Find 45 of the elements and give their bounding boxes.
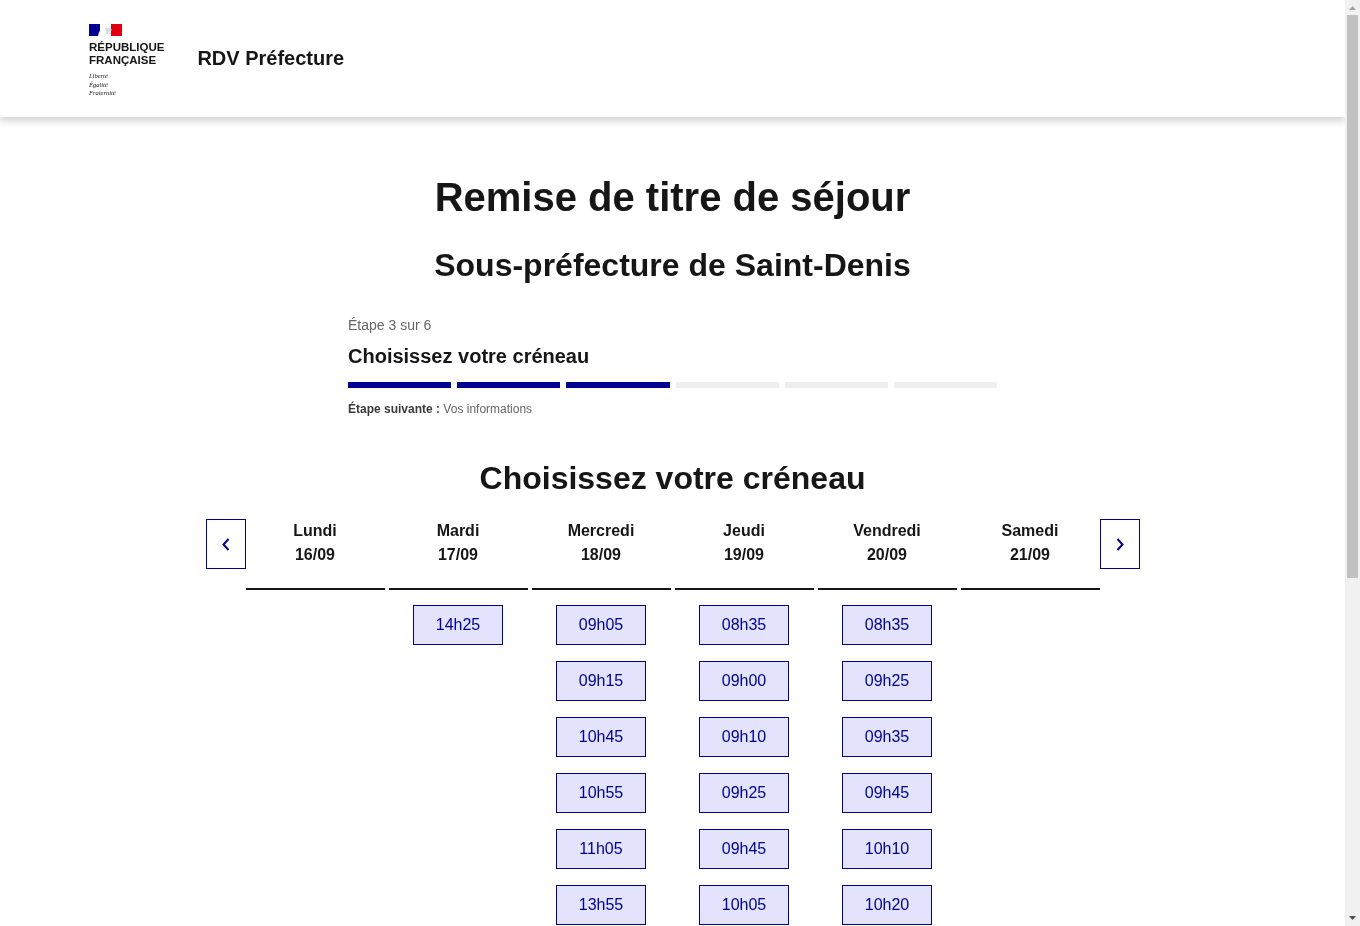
day-date: 17/09 (437, 545, 478, 565)
flag-icon (89, 24, 122, 36)
time-slot-button[interactable]: 10h55 (556, 773, 646, 813)
day-name: Lundi (293, 521, 337, 541)
day-date: 19/09 (723, 545, 764, 565)
day-date: 16/09 (294, 545, 335, 565)
day-name: Jeudi (723, 521, 765, 541)
time-slot-button[interactable]: 10h05 (699, 885, 789, 925)
previous-week-button[interactable] (205, 519, 246, 569)
time-slot-button[interactable]: 09h05 (556, 605, 646, 645)
time-slot-button[interactable]: 09h45 (842, 773, 932, 813)
chevron-right-icon (1115, 537, 1124, 551)
republic-name: RÉPUBLIQUE FRANÇAISE (89, 41, 165, 67)
time-slot-button[interactable]: 09h15 (556, 661, 646, 701)
chevron-left-icon (221, 537, 230, 551)
time-slot-button[interactable]: 13h55 (556, 885, 646, 925)
time-slot-button[interactable]: 09h25 (699, 773, 789, 813)
time-slot-button[interactable]: 11h05 (556, 829, 646, 869)
time-slot-button[interactable]: 09h10 (699, 717, 789, 757)
time-slot-button[interactable]: 09h00 (699, 661, 789, 701)
step-counter: Étape 3 sur 6 (348, 316, 433, 335)
time-slot-button[interactable]: 10h20 (842, 885, 932, 925)
time-slot-button[interactable]: 14h25 (413, 605, 503, 645)
time-slot-button[interactable]: 09h25 (842, 661, 932, 701)
service-name: RDV Préfecture (197, 46, 345, 71)
time-slot-button[interactable]: 08h35 (699, 605, 789, 645)
page-title: Remise de titre de séjour (434, 174, 911, 221)
day-date: 21/09 (1009, 545, 1050, 565)
day-name: Mercredi (567, 521, 635, 541)
scrollbar[interactable] (1345, 0, 1360, 926)
time-slot-button[interactable]: 10h10 (842, 829, 932, 869)
section-heading: Choisissez votre créneau (479, 459, 866, 498)
time-slot-button[interactable]: 09h35 (842, 717, 932, 757)
time-slot-button[interactable]: 09h45 (699, 829, 789, 869)
step-title: Choisissez votre créneau (348, 344, 591, 369)
time-slot-button[interactable]: 10h45 (556, 717, 646, 757)
day-date: 20/09 (866, 545, 907, 565)
next-week-button[interactable] (1099, 519, 1140, 569)
next-step-text: Étape suivante : Vos informations (348, 400, 534, 418)
day-date: 18/09 (580, 545, 621, 565)
time-slot-button[interactable]: 08h35 (842, 605, 932, 645)
day-name: Vendredi (853, 521, 921, 541)
day-name: Samedi (1001, 521, 1059, 541)
day-name: Mardi (436, 521, 480, 541)
page-subtitle: Sous-préfecture de Saint-Denis (434, 246, 911, 285)
